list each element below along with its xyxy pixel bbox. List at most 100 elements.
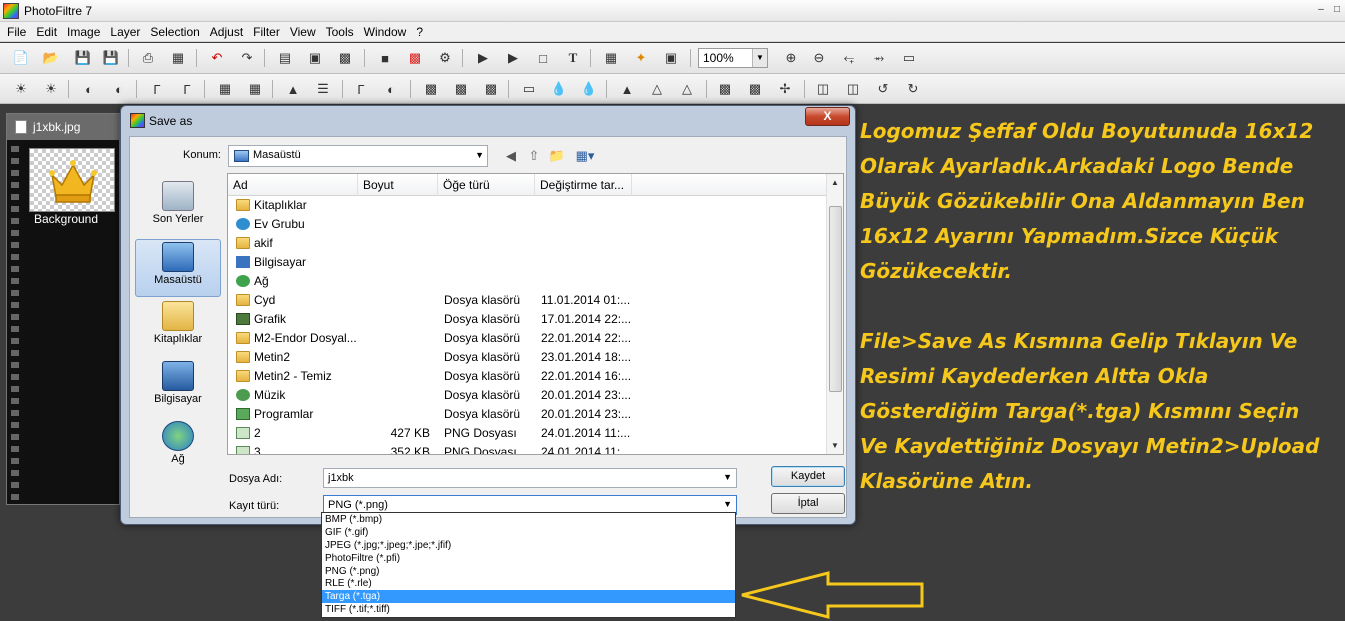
save-as-icon[interactable]: 💾 [100, 48, 122, 68]
list-item[interactable]: akif [228, 234, 828, 253]
undo-icon[interactable]: ↶ [206, 48, 228, 68]
blur-icon[interactable]: 💧 [548, 79, 570, 99]
contrast-up-icon[interactable]: ◐ [108, 79, 130, 99]
place-network[interactable]: Ağ [135, 419, 221, 477]
cancel-button[interactable]: İptal [771, 493, 845, 514]
file-list-scrollbar[interactable]: ▲ ▼ [826, 174, 843, 454]
curves-icon[interactable]: ☰ [312, 79, 334, 99]
full-screen-icon[interactable]: ▭ [898, 48, 920, 68]
emboss-icon[interactable]: ▲ [616, 79, 638, 99]
outline-icon[interactable]: △ [676, 79, 698, 99]
menu-file[interactable]: File [2, 22, 31, 41]
menu-tools[interactable]: Tools [321, 22, 359, 41]
place-desktop[interactable]: Masaüstü [135, 239, 221, 297]
flip-horizontal-icon[interactable]: ◫ [812, 79, 834, 99]
filetype-option-jpeg[interactable]: JPEG (*.jpg;*.jpeg;*.jpe;*.jfif) [322, 539, 735, 552]
menu-view[interactable]: View [285, 22, 321, 41]
rotate-left-icon[interactable]: ↺ [872, 79, 894, 99]
place-libraries[interactable]: Kitaplıklar [135, 299, 221, 357]
menu-window[interactable]: Window [359, 22, 412, 41]
menu-filter[interactable]: Filter [248, 22, 285, 41]
filetype-option-pfi[interactable]: PhotoFiltre (*.pfi) [322, 552, 735, 565]
automate-icon[interactable]: ⚙ [434, 48, 456, 68]
zoom-in-icon[interactable]: ⊕ [780, 48, 802, 68]
exit-icon[interactable]: ▶ [502, 48, 524, 68]
canvas-size-icon[interactable]: ▩ [744, 79, 766, 99]
menu-layer[interactable]: Layer [105, 22, 145, 41]
list-item[interactable]: Kitaplıklar [228, 196, 828, 215]
flip-vertical-icon[interactable]: ◫ [842, 79, 864, 99]
place-computer[interactable]: Bilgisayar [135, 359, 221, 417]
menu-help[interactable]: ? [411, 22, 428, 41]
brightness-down-icon[interactable]: ☀ [10, 79, 32, 99]
filetype-option-gif[interactable]: GIF (*.gif) [322, 526, 735, 539]
list-item[interactable]: Ağ [228, 272, 828, 291]
place-recent[interactable]: Son Yerler [135, 179, 221, 237]
filetype-option-bmp[interactable]: BMP (*.bmp) [322, 513, 735, 526]
color-picker-icon[interactable]: ▩ [404, 48, 426, 68]
soften-icon[interactable]: ▭ [518, 79, 540, 99]
list-item[interactable]: Programlar Dosya klasörü 20.01.2014 23:... [228, 405, 828, 424]
contrast-down-icon[interactable]: ◐ [78, 79, 100, 99]
back-icon[interactable]: ◀ [502, 147, 520, 165]
auto-contrast-icon[interactable]: ◐ [380, 79, 402, 99]
window-icon[interactable]: ▣ [660, 48, 682, 68]
save-button[interactable]: Kaydet [771, 466, 845, 487]
menu-adjust[interactable]: Adjust [205, 22, 248, 41]
filename-input[interactable]: j1xbk ▼ [323, 468, 737, 488]
plugins-icon[interactable]: ✦ [630, 48, 652, 68]
copy-icon[interactable]: ▣ [304, 48, 326, 68]
chevron-down-icon[interactable]: ▼ [475, 150, 484, 160]
paste-icon[interactable]: ▤ [274, 48, 296, 68]
negative-icon[interactable]: ▩ [480, 79, 502, 99]
view-menu-icon[interactable]: ▦▾ [572, 147, 598, 165]
sharpen-icon[interactable]: 💧 [578, 79, 600, 99]
layer-thumbnail[interactable] [29, 148, 115, 212]
image-document-window[interactable]: j1xbk.jpg Background [6, 113, 120, 505]
document-titlebar[interactable]: j1xbk.jpg [7, 114, 119, 140]
list-item[interactable]: Bilgisayar [228, 253, 828, 272]
column-date[interactable]: Değiştirme tar... [535, 174, 632, 196]
column-size[interactable]: Boyut [358, 174, 438, 196]
actual-size-icon[interactable]: ⥆ [838, 48, 860, 68]
maximize-icon[interactable]: □ [1330, 4, 1344, 18]
selection-icon[interactable]: □ [532, 48, 554, 68]
sepia-icon[interactable]: ▩ [450, 79, 472, 99]
text-tool-icon[interactable]: T [562, 48, 584, 68]
list-item[interactable]: Metin2 Dosya klasörü 23.01.2014 18:... [228, 348, 828, 367]
column-type[interactable]: Öğe türü [438, 174, 535, 196]
menu-selection[interactable]: Selection [145, 22, 204, 41]
redo-icon[interactable]: ↷ [236, 48, 258, 68]
list-item[interactable]: Metin2 - Temiz Dosya klasörü 22.01.2014 16… [228, 367, 828, 386]
file-list[interactable]: Ad Boyut Öğe türü Değiştirme tar... Kita… [227, 173, 844, 455]
scanner-icon[interactable]: ▦ [167, 48, 189, 68]
auto-levels-icon[interactable]: Γ [350, 79, 372, 99]
run-icon[interactable]: ▶ [472, 48, 494, 68]
saturation-up-icon[interactable]: ▦ [244, 79, 266, 99]
minimize-icon[interactable]: – [1314, 4, 1328, 18]
saturation-down-icon[interactable]: ▦ [214, 79, 236, 99]
gradient-icon[interactable]: ■ [374, 48, 396, 68]
list-item[interactable]: Grafik Dosya klasörü 17.01.2014 22:... [228, 310, 828, 329]
grayscale-icon[interactable]: ▩ [420, 79, 442, 99]
duplicate-icon[interactable]: ▩ [334, 48, 356, 68]
resize-image-icon[interactable]: ▩ [714, 79, 736, 99]
filetype-option-tiff[interactable]: TIFF (*.tif;*.tiff) [322, 603, 735, 616]
list-item[interactable]: 3 352 KB PNG Dosyası 24.01.2014 11:... [228, 443, 828, 454]
location-combo[interactable]: Masaüstü ▼ [228, 145, 488, 167]
list-item[interactable]: Cyd Dosya klasörü 11.01.2014 01:... [228, 291, 828, 310]
zoom-out-icon[interactable]: ⊖ [808, 48, 830, 68]
dialog-close-button[interactable]: X [805, 107, 850, 126]
explorer-icon[interactable]: ▦ [600, 48, 622, 68]
menu-image[interactable]: Image [62, 22, 105, 41]
list-item[interactable]: Müzik Dosya klasörü 20.01.2014 23:... [228, 386, 828, 405]
chevron-down-icon[interactable]: ▼ [723, 499, 732, 509]
filetype-option-rle[interactable]: RLE (*.rle) [322, 577, 735, 590]
chevron-down-icon[interactable]: ▼ [723, 472, 732, 482]
save-icon[interactable]: 💾 [72, 48, 94, 68]
relief-icon[interactable]: △ [646, 79, 668, 99]
new-file-icon[interactable]: 📄 [10, 48, 32, 68]
new-folder-icon[interactable]: 📁 [548, 147, 566, 165]
levels-icon[interactable]: ▲ [282, 79, 304, 99]
zoom-select[interactable]: 100% ▼ [698, 48, 768, 68]
